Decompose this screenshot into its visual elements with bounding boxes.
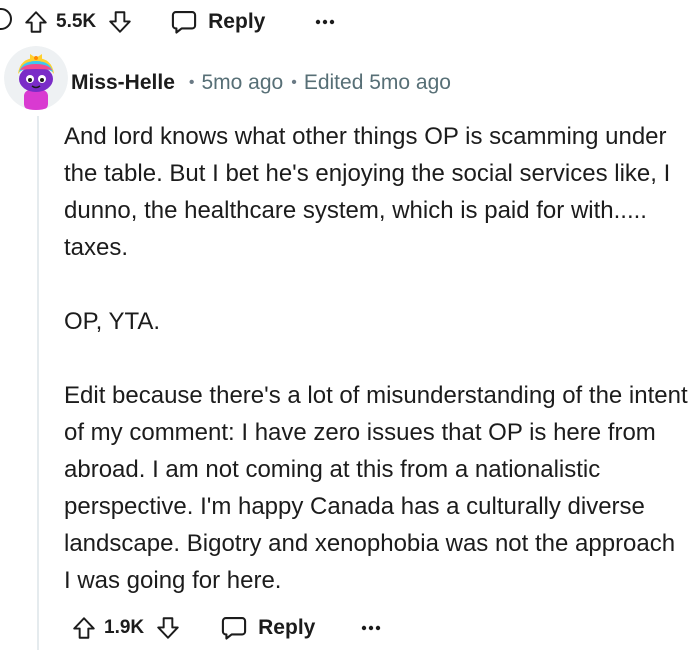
parent-more-button[interactable] bbox=[305, 2, 345, 42]
avatar[interactable] bbox=[4, 46, 68, 110]
arrow-up-icon bbox=[73, 617, 95, 639]
cropped-icon bbox=[0, 8, 12, 30]
reply-button[interactable]: Reply bbox=[210, 608, 325, 648]
ellipsis-icon bbox=[362, 625, 381, 631]
arrow-down-icon bbox=[109, 11, 131, 33]
upvote-button[interactable] bbox=[66, 610, 102, 646]
speech-bubble-icon bbox=[172, 11, 197, 34]
comment-body: And lord knows what other things OP is s… bbox=[64, 118, 688, 599]
ellipsis-icon bbox=[316, 19, 335, 25]
downvote-button[interactable] bbox=[150, 610, 186, 646]
snoo-avatar bbox=[4, 46, 68, 110]
reply-label: Reply bbox=[258, 616, 316, 639]
upvote-button[interactable] bbox=[18, 4, 54, 40]
parent-reply-button[interactable]: Reply bbox=[160, 2, 275, 42]
comment-paragraph: Edit because there's a lot of misunderst… bbox=[64, 382, 688, 594]
comment-score: 1.9K bbox=[104, 617, 145, 638]
downvote-button[interactable] bbox=[102, 4, 138, 40]
parent-score: 5.5K bbox=[56, 11, 97, 32]
username-link[interactable]: Miss-Helle bbox=[71, 71, 175, 95]
more-options-button[interactable] bbox=[351, 608, 391, 648]
comment-header: Miss-Helle • 5mo ago • Edited 5mo ago bbox=[71, 68, 451, 98]
comment-thread: 5.5K Reply Miss-Helle • 5mo ago • Edited… bbox=[0, 0, 694, 650]
parent-reply-label: Reply bbox=[208, 10, 266, 33]
speech-bubble-icon bbox=[222, 617, 247, 640]
arrow-up-icon bbox=[25, 11, 47, 33]
timestamp[interactable]: 5mo ago bbox=[201, 71, 283, 95]
comment-paragraph: And lord knows what other things OP is s… bbox=[64, 123, 671, 261]
separator-dot: • bbox=[188, 74, 195, 91]
parent-action-bar: 5.5K Reply bbox=[18, 2, 345, 42]
arrow-down-icon bbox=[157, 617, 179, 639]
thread-line[interactable] bbox=[37, 116, 39, 650]
comment-action-bar: 1.9K Reply bbox=[66, 608, 391, 648]
separator-dot: • bbox=[291, 74, 297, 91]
edited-label: Edited 5mo ago bbox=[303, 71, 451, 94]
comment-paragraph: OP, YTA. bbox=[64, 308, 161, 335]
